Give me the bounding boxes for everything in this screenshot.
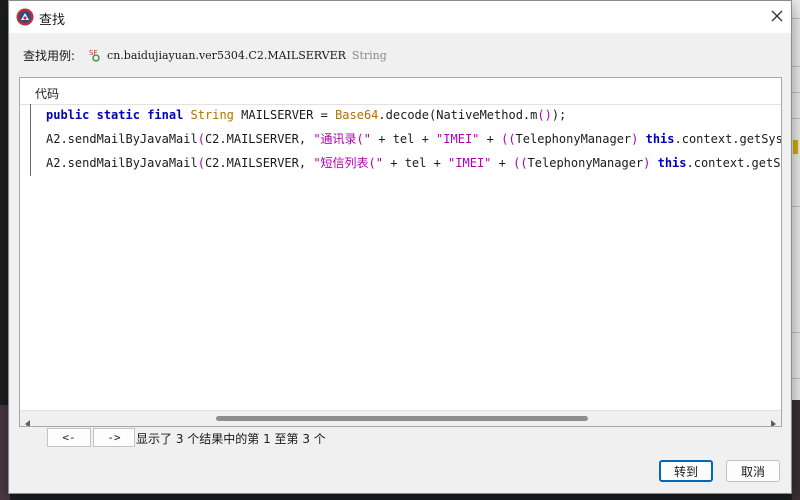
column-header-label: 代码 [35,87,60,101]
find-usage-label: 查找用例: [23,48,76,63]
scroll-right-arrow-icon[interactable] [768,414,778,426]
code-token: MAILSERVER = [233,108,336,122]
code-token: (( [513,156,528,170]
code-token: Base64 [335,108,379,122]
scroll-left-arrow-icon[interactable] [23,414,33,426]
code-token: + tel + [371,132,437,146]
code-token: .context.getSystemService( [674,132,782,146]
code-token: ( [197,156,205,170]
code-token: C2.MAILSERVER, [204,132,314,146]
code-token: "IMEI" [436,132,480,146]
code-token: final [147,108,184,122]
code-token: () [537,108,552,122]
code-token: ( [197,132,205,146]
close-icon [771,7,783,26]
code-token: "通讯录(" [313,132,372,146]
scroll-thumb[interactable] [216,416,588,421]
results-viewport: 代码 public static final String MAILSERVER… [20,78,781,410]
close-button[interactable] [763,1,791,31]
code-token: TelephonyManager [527,156,644,170]
result-row-2[interactable]: A2.sendMailByJavaMail(C2.MAILSERVER, "通讯… [46,128,781,150]
code-token: TelephonyManager [515,132,632,146]
code-token: this [657,156,687,170]
code-token: static [96,108,140,122]
code-token: "短信列表(" [313,156,384,170]
code-token: A2.sendMailByJavaMail [46,132,198,146]
find-usage-header: 查找用例: SF cn.baidujiayuan.ver5304.C2.MAIL… [23,45,387,65]
title-bar: 查找 [9,1,791,33]
goto-button[interactable]: 转到 [659,460,713,482]
result-count-status: 显示了 3 个结果中的第 1 至第 3 个 [136,432,326,446]
app-logo-icon [16,8,34,26]
code-token: + [479,132,502,146]
dialog-title: 查找 [39,13,66,28]
code-token: + tel + [383,156,449,170]
horizontal-scrollbar[interactable] [20,410,781,426]
result-row-1[interactable]: public static final String MAILSERVER = … [46,104,566,126]
code-token: (( [501,132,516,146]
code-token: + [491,156,514,170]
code-token: A2.sendMailByJavaMail [46,156,198,170]
results-table: 代码 public static final String MAILSERVER… [19,77,782,427]
code-token: ) [631,132,646,146]
code-token: ); [551,108,567,122]
code-token: C2.MAILSERVER, [204,156,314,170]
code-token: .context.getSystemService( [686,156,782,170]
result-row-3[interactable]: A2.sendMailByJavaMail(C2.MAILSERVER, "短信… [46,152,781,174]
previous-button[interactable]: <- [47,428,91,447]
code-token: .decode(NativeMethod.m [378,108,538,122]
row-marker-bar [30,104,31,176]
column-header-code[interactable]: 代码 [20,82,781,105]
code-token: public [46,108,90,122]
cancel-button[interactable]: 取消 [726,460,780,482]
code-token: this [645,132,675,146]
code-token: "IMEI" [448,156,492,170]
find-usages-dialog: 查找 查找用例: SF cn.baidujiayuan.ver5304.C2.M… [8,0,792,494]
background-video-fragment-right [792,400,800,500]
field-fqn: cn.baidujiayuan.ver5304.C2.MAILSERVER [107,48,346,62]
code-token: String [190,108,234,122]
code-token: ) [643,156,658,170]
static-final-field-icon: SF [89,47,103,63]
next-button[interactable]: -> [93,428,135,447]
field-type: String [351,48,387,62]
